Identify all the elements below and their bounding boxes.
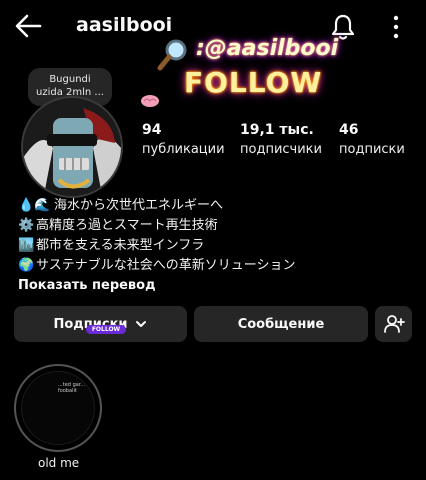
profile-username: aasilbooi bbox=[76, 14, 173, 36]
follow-sticker: :@aasilbooi FOLLOW bbox=[156, 36, 386, 104]
stat-followers[interactable]: 19,1 тыс. подписчики bbox=[240, 122, 322, 157]
message-button-label: Сообщение bbox=[237, 316, 325, 332]
stat-following[interactable]: 46 подписки bbox=[339, 122, 405, 157]
message-button[interactable]: Сообщение bbox=[194, 306, 368, 342]
bio-line-text: 海水から次世代エネルギーへ bbox=[54, 198, 224, 213]
following-button[interactable]: Подписки bbox=[14, 306, 187, 342]
stat-following-value: 46 bbox=[339, 122, 359, 138]
highlight-cover-text: ...ted gar... foobalit bbox=[58, 382, 86, 394]
stat-posts-value: 94 bbox=[142, 122, 162, 138]
suggest-people-button[interactable] bbox=[375, 306, 412, 342]
gear-icon: ⚙️ bbox=[18, 218, 35, 233]
chevron-down-icon bbox=[135, 321, 146, 327]
stat-posts[interactable]: 94 публикации bbox=[142, 122, 225, 157]
bio-line-text: 高精度ろ過とスマート再生技術 bbox=[36, 218, 218, 233]
stat-posts-label: публикации bbox=[142, 142, 225, 157]
story-highlight[interactable]: ...ted gar... foobalit bbox=[14, 364, 102, 452]
profile-avatar[interactable] bbox=[21, 96, 123, 198]
bio-line-text: 都市を支える未来型インフラ bbox=[36, 238, 205, 253]
stat-followers-label: подписчики bbox=[240, 142, 322, 157]
bio-line: ⚙️ 高精度ろ過とスマート再生技術 bbox=[18, 216, 418, 236]
city-icon: 🏙️ bbox=[18, 238, 35, 253]
brain-icon bbox=[141, 95, 159, 107]
profile-bio: 💧🌊 海水から次世代エネルギーへ ⚙️ 高精度ろ過とスマート再生技術 🏙️ 都市を支え… bbox=[18, 196, 418, 296]
globe-icon: 🌍 bbox=[18, 258, 35, 273]
show-translation-link[interactable]: Показать перевод bbox=[18, 276, 418, 296]
stat-following-label: подписки bbox=[339, 142, 405, 157]
highlight-cover: ...ted gar... foobalit bbox=[21, 371, 95, 445]
back-arrow-icon[interactable] bbox=[10, 10, 46, 42]
avatar-robot-image bbox=[23, 98, 121, 196]
sticker-handle-text: :@aasilbooi bbox=[196, 36, 339, 61]
bio-line: 💧🌊 海水から次世代エネルギーへ bbox=[18, 196, 418, 216]
note-line-1: Bugundi bbox=[49, 74, 91, 85]
follow-badge: FOLLOW bbox=[86, 325, 126, 334]
stat-followers-value: 19,1 тыс. bbox=[240, 122, 314, 138]
bio-line: 🏙️ 都市を支える未来型インフラ bbox=[18, 236, 418, 256]
sticker-follow-text: FOLLOW bbox=[184, 66, 323, 99]
water-wave-icon: 💧🌊 bbox=[18, 198, 51, 213]
more-options-icon[interactable] bbox=[389, 12, 403, 42]
bio-line-text: サステナブルな社会への革新ソリューション bbox=[36, 258, 296, 273]
add-person-icon bbox=[383, 315, 405, 333]
bio-line: 🌍 サステナブルな社会への革新ソリューション bbox=[18, 256, 418, 276]
highlight-label: old me bbox=[38, 456, 80, 470]
